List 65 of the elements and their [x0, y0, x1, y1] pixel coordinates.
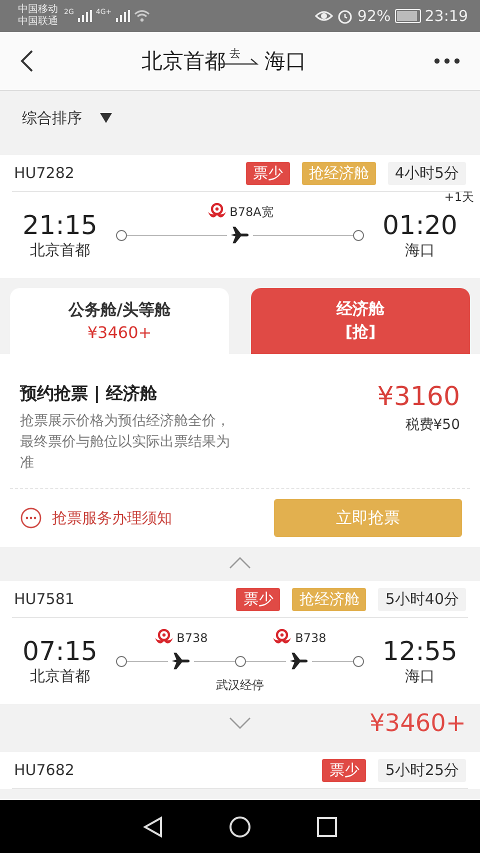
arrival-time: 12:55 — [382, 636, 458, 666]
departure-time: 07:15 — [22, 636, 98, 666]
flight-card[interactable]: HU7282 票少 抢经济舱 4小时5分 21:15 北京首都 B78A宽 +1天 01:20 海口 公务舱/头等舱 ¥3460+ 经济舱 [抢] 预约抢票 | 经济舱 抢票展示价格为预估经济舱全价，最终票价与舱位以实际出票结果为准 ¥3160 税费¥50 抢票服务办理须知 立即抢票 — [0, 155, 480, 571]
duration-tag: 4小时5分 — [388, 162, 466, 184]
signal-icon — [78, 10, 92, 22]
battery-percent: 92% — [357, 7, 391, 25]
signal-icon — [116, 10, 130, 22]
flight-number: HU7581 — [14, 590, 74, 608]
aircraft-type: B78A宽 — [230, 204, 274, 220]
airplane-icon — [288, 650, 310, 672]
route-node — [116, 230, 127, 240]
route-node — [353, 230, 364, 240]
carrier-name: 中国联通 — [18, 16, 58, 28]
booking-title: 预约抢票 | 经济舱 — [20, 383, 158, 405]
clock: 23:19 — [424, 7, 468, 25]
battery-icon — [394, 9, 421, 23]
dropdown-triangle-icon[interactable] — [100, 113, 112, 123]
aircraft-type: B738 — [295, 631, 326, 645]
direction-label: 去 — [230, 46, 240, 60]
airplane-icon — [170, 650, 192, 672]
cabin-tab[interactable]: 公务舱/头等舱 ¥3460+ — [10, 288, 229, 354]
back-icon[interactable] — [20, 49, 34, 73]
arrival-city: 海口 — [405, 666, 435, 686]
more-icon[interactable] — [434, 58, 460, 64]
cabin-tab[interactable]: 经济舱 [抢] — [251, 288, 470, 354]
arrival-city: 海口 — [405, 240, 435, 260]
route-node — [353, 656, 364, 666]
tag: 票少 — [322, 758, 366, 782]
airplane-icon — [229, 224, 251, 246]
collapse-caret-icon[interactable] — [229, 557, 251, 569]
service-notice-link[interactable]: 抢票服务办理须知 — [52, 508, 172, 528]
expand-caret-icon[interactable] — [229, 717, 251, 729]
tax-fee: 税费¥50 — [405, 416, 460, 434]
aircraft-type: B738 — [176, 631, 208, 645]
price: ¥3460+ — [370, 709, 466, 737]
flight-number: HU7282 — [14, 164, 74, 182]
flight-number: HU7682 — [14, 761, 74, 779]
sort-dropdown[interactable]: 综合排序 — [22, 108, 82, 128]
carrier-name: 中国移动 — [18, 4, 58, 16]
alarm-icon — [337, 8, 354, 24]
tag: 票少 — [246, 162, 290, 184]
departure-city: 北京首都 — [30, 240, 90, 260]
duration-tag: 5小时40分 — [378, 588, 466, 610]
arrival-time: 01:20 — [382, 210, 458, 240]
price: ¥3160 — [377, 382, 460, 412]
home-circle-icon[interactable] — [229, 816, 251, 838]
duration-tag: 5小时25分 — [378, 758, 466, 782]
recents-square-icon[interactable] — [317, 816, 337, 836]
price-note: 抢票展示价格为预估经济舱全价，最终票价与舱位以实际出票结果为准 — [20, 412, 231, 473]
departure-city: 北京首都 — [30, 666, 90, 686]
more-circle-icon[interactable] — [20, 507, 42, 529]
next-day-label: +1天 — [444, 188, 474, 206]
flight-card[interactable]: HU7581 票少 抢经济舱 5小时40分 07:15 北京首都 B738 武汉经停 B738 12:55 海口 ¥3460+ — [0, 581, 480, 742]
tag: 票少 — [236, 588, 280, 610]
eye-icon — [315, 9, 334, 23]
tag: 抢经济舱 — [302, 162, 376, 184]
wifi-icon — [134, 10, 150, 22]
tag: 抢经济舱 — [292, 588, 366, 610]
departure-time: 21:15 — [22, 210, 98, 240]
origin-city: 北京首都 — [142, 48, 226, 75]
flight-card[interactable]: HU7682 票少 5小时25分 — [0, 752, 480, 789]
route-node — [116, 656, 127, 666]
stopover-label: 武汉经停 — [216, 676, 264, 694]
back-triangle-icon[interactable] — [143, 816, 163, 838]
destination-city: 海口 — [264, 48, 306, 75]
